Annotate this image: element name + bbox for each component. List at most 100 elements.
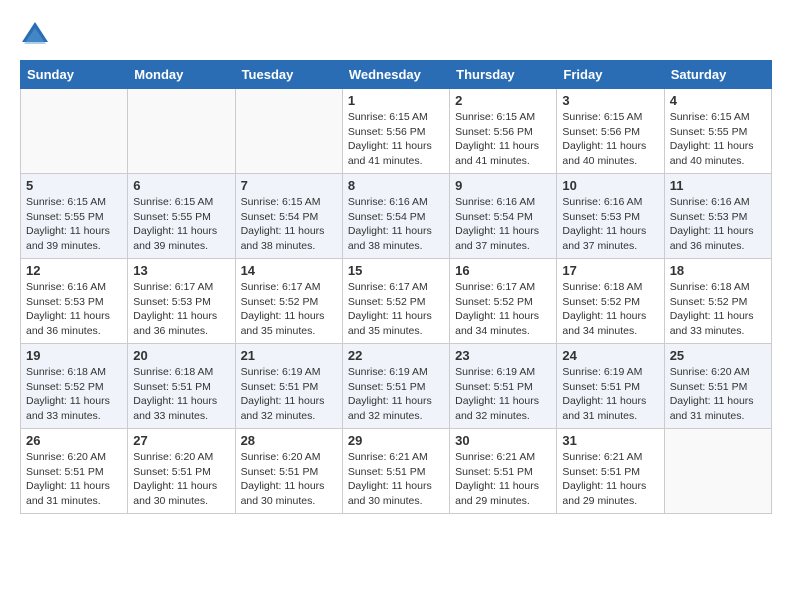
calendar-week-1: 1 Sunrise: 6:15 AMSunset: 5:56 PMDaylight… — [21, 89, 772, 174]
day-info: Sunrise: 6:20 AMSunset: 5:51 PMDaylight:… — [133, 450, 229, 509]
day-info: Sunrise: 6:19 AMSunset: 5:51 PMDaylight:… — [562, 365, 658, 424]
day-header-sunday: Sunday — [21, 61, 128, 89]
calendar-cell — [235, 89, 342, 174]
day-number: 7 — [241, 178, 337, 193]
day-info: Sunrise: 6:18 AMSunset: 5:52 PMDaylight:… — [562, 280, 658, 339]
day-number: 4 — [670, 93, 766, 108]
calendar-week-5: 26Sunrise: 6:20 AMSunset: 5:51 PMDayligh… — [21, 429, 772, 514]
calendar-cell: 27 Sunrise: 6:20 AMSunset: 5:51 PMDayligh… — [128, 429, 235, 514]
day-number: 25 — [670, 348, 766, 363]
day-info: Sunrise: 6:19 AMSunset: 5:51 PMDaylight:… — [241, 365, 337, 424]
calendar-header-row: SundayMondayTuesdayWednesdayThursdayFrid… — [21, 61, 772, 89]
calendar-cell: 6Sunrise: 6:15 AMSunset: 5:55 PMDaylight… — [128, 174, 235, 259]
calendar-cell: 10 Sunrise: 6:16 AMSunset: 5:53 PMDayligh… — [557, 174, 664, 259]
day-info: Sunrise: 6:19 AMSunset: 5:51 PMDaylight:… — [348, 365, 444, 424]
day-number: 2 — [455, 93, 551, 108]
day-number: 31 — [562, 433, 658, 448]
calendar-cell: 29 Sunrise: 6:21 AMSunset: 5:51 PMDayligh… — [342, 429, 449, 514]
calendar-cell — [128, 89, 235, 174]
day-header-friday: Friday — [557, 61, 664, 89]
calendar-week-2: 5 Sunrise: 6:15 AMSunset: 5:55 PMDaylight… — [21, 174, 772, 259]
day-info: Sunrise: 6:15 AMSunset: 5:56 PMDaylight:… — [562, 110, 658, 169]
day-number: 16 — [455, 263, 551, 278]
calendar-cell: 17 Sunrise: 6:18 AMSunset: 5:52 PMDayligh… — [557, 259, 664, 344]
day-info: Sunrise: 6:16 AMSunset: 5:53 PMDaylight:… — [670, 195, 766, 254]
calendar-cell: 31Sunrise: 6:21 AMSunset: 5:51 PMDayligh… — [557, 429, 664, 514]
day-info: Sunrise: 6:20 AMSunset: 5:51 PMDaylight:… — [241, 450, 337, 509]
day-info: Sunrise: 6:15 AMSunset: 5:56 PMDaylight:… — [455, 110, 551, 169]
day-header-wednesday: Wednesday — [342, 61, 449, 89]
page-header — [20, 20, 772, 50]
calendar-cell: 13Sunrise: 6:17 AMSunset: 5:53 PMDayligh… — [128, 259, 235, 344]
calendar-cell: 15Sunrise: 6:17 AMSunset: 5:52 PMDayligh… — [342, 259, 449, 344]
day-info: Sunrise: 6:16 AMSunset: 5:53 PMDaylight:… — [562, 195, 658, 254]
day-info: Sunrise: 6:20 AMSunset: 5:51 PMDaylight:… — [26, 450, 122, 509]
day-info: Sunrise: 6:21 AMSunset: 5:51 PMDaylight:… — [348, 450, 444, 509]
day-info: Sunrise: 6:16 AMSunset: 5:53 PMDaylight:… — [26, 280, 122, 339]
calendar-cell: 11 Sunrise: 6:16 AMSunset: 5:53 PMDayligh… — [664, 174, 771, 259]
calendar: SundayMondayTuesdayWednesdayThursdayFrid… — [20, 60, 772, 514]
calendar-cell: 7 Sunrise: 6:15 AMSunset: 5:54 PMDaylight… — [235, 174, 342, 259]
calendar-cell: 24 Sunrise: 6:19 AMSunset: 5:51 PMDayligh… — [557, 344, 664, 429]
day-info: Sunrise: 6:15 AMSunset: 5:55 PMDaylight:… — [133, 195, 229, 254]
day-info: Sunrise: 6:15 AMSunset: 5:55 PMDaylight:… — [670, 110, 766, 169]
day-header-saturday: Saturday — [664, 61, 771, 89]
day-info: Sunrise: 6:17 AMSunset: 5:53 PMDaylight:… — [133, 280, 229, 339]
day-number: 1 — [348, 93, 444, 108]
day-info: Sunrise: 6:19 AMSunset: 5:51 PMDaylight:… — [455, 365, 551, 424]
calendar-week-4: 19Sunrise: 6:18 AMSunset: 5:52 PMDayligh… — [21, 344, 772, 429]
calendar-cell: 30 Sunrise: 6:21 AMSunset: 5:51 PMDayligh… — [450, 429, 557, 514]
calendar-cell: 2 Sunrise: 6:15 AMSunset: 5:56 PMDaylight… — [450, 89, 557, 174]
day-number: 8 — [348, 178, 444, 193]
day-info: Sunrise: 6:20 AMSunset: 5:51 PMDaylight:… — [670, 365, 766, 424]
calendar-cell: 26Sunrise: 6:20 AMSunset: 5:51 PMDayligh… — [21, 429, 128, 514]
day-number: 17 — [562, 263, 658, 278]
calendar-cell: 20 Sunrise: 6:18 AMSunset: 5:51 PMDayligh… — [128, 344, 235, 429]
calendar-cell — [664, 429, 771, 514]
calendar-cell: 3 Sunrise: 6:15 AMSunset: 5:56 PMDaylight… — [557, 89, 664, 174]
day-number: 27 — [133, 433, 229, 448]
day-info: Sunrise: 6:17 AMSunset: 5:52 PMDaylight:… — [241, 280, 337, 339]
day-info: Sunrise: 6:18 AMSunset: 5:52 PMDaylight:… — [26, 365, 122, 424]
logo-icon — [20, 20, 50, 50]
calendar-cell: 4 Sunrise: 6:15 AMSunset: 5:55 PMDaylight… — [664, 89, 771, 174]
day-number: 30 — [455, 433, 551, 448]
day-number: 3 — [562, 93, 658, 108]
calendar-cell: 8 Sunrise: 6:16 AMSunset: 5:54 PMDaylight… — [342, 174, 449, 259]
calendar-cell: 25 Sunrise: 6:20 AMSunset: 5:51 PMDayligh… — [664, 344, 771, 429]
day-header-thursday: Thursday — [450, 61, 557, 89]
day-number: 11 — [670, 178, 766, 193]
calendar-cell: 14 Sunrise: 6:17 AMSunset: 5:52 PMDayligh… — [235, 259, 342, 344]
day-number: 5 — [26, 178, 122, 193]
day-number: 10 — [562, 178, 658, 193]
calendar-cell: 22 Sunrise: 6:19 AMSunset: 5:51 PMDayligh… — [342, 344, 449, 429]
calendar-cell: 28 Sunrise: 6:20 AMSunset: 5:51 PMDayligh… — [235, 429, 342, 514]
day-number: 21 — [241, 348, 337, 363]
calendar-cell: 1 Sunrise: 6:15 AMSunset: 5:56 PMDaylight… — [342, 89, 449, 174]
calendar-week-3: 12Sunrise: 6:16 AMSunset: 5:53 PMDayligh… — [21, 259, 772, 344]
day-info: Sunrise: 6:18 AMSunset: 5:51 PMDaylight:… — [133, 365, 229, 424]
calendar-cell: 5 Sunrise: 6:15 AMSunset: 5:55 PMDaylight… — [21, 174, 128, 259]
day-info: Sunrise: 6:18 AMSunset: 5:52 PMDaylight:… — [670, 280, 766, 339]
calendar-cell: 19Sunrise: 6:18 AMSunset: 5:52 PMDayligh… — [21, 344, 128, 429]
day-header-tuesday: Tuesday — [235, 61, 342, 89]
day-info: Sunrise: 6:21 AMSunset: 5:51 PMDaylight:… — [455, 450, 551, 509]
day-info: Sunrise: 6:16 AMSunset: 5:54 PMDaylight:… — [348, 195, 444, 254]
day-info: Sunrise: 6:16 AMSunset: 5:54 PMDaylight:… — [455, 195, 551, 254]
day-number: 22 — [348, 348, 444, 363]
day-number: 28 — [241, 433, 337, 448]
calendar-cell — [21, 89, 128, 174]
day-number: 24 — [562, 348, 658, 363]
logo — [20, 20, 54, 50]
calendar-cell: 16 Sunrise: 6:17 AMSunset: 5:52 PMDayligh… — [450, 259, 557, 344]
day-number: 20 — [133, 348, 229, 363]
day-number: 18 — [670, 263, 766, 278]
day-number: 29 — [348, 433, 444, 448]
calendar-cell: 12Sunrise: 6:16 AMSunset: 5:53 PMDayligh… — [21, 259, 128, 344]
day-info: Sunrise: 6:15 AMSunset: 5:54 PMDaylight:… — [241, 195, 337, 254]
day-info: Sunrise: 6:15 AMSunset: 5:55 PMDaylight:… — [26, 195, 122, 254]
day-info: Sunrise: 6:15 AMSunset: 5:56 PMDaylight:… — [348, 110, 444, 169]
day-number: 9 — [455, 178, 551, 193]
day-number: 14 — [241, 263, 337, 278]
day-info: Sunrise: 6:17 AMSunset: 5:52 PMDaylight:… — [455, 280, 551, 339]
